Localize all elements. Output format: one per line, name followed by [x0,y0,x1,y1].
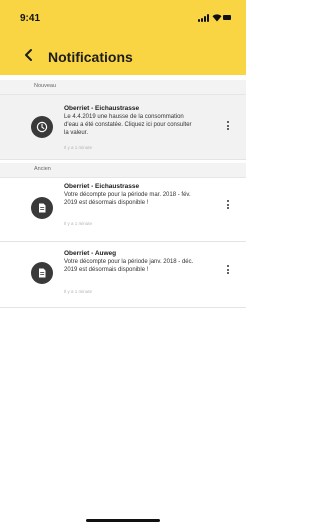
notification-title: Oberriet - Eichaustrasse [64,183,140,190]
notification-time: Il y a 1 minute [64,145,93,150]
more-options-icon[interactable] [225,121,231,135]
notification-body: Le 4.4.2019 une hausse de la consommatio… [64,114,192,136]
notification-time: Il y a 1 minute [64,221,93,226]
notification-item[interactable]: Oberriet - Eichaustrasse Votre décompte … [0,178,246,242]
section-old: Ancien [0,163,246,178]
notification-body: Votre décompte pour la période janv. 201… [64,259,194,273]
notification-item[interactable]: Oberriet - Auweg Votre décompte pour la … [0,242,246,308]
notification-body: Votre décompte pour la période mar. 2018… [64,192,191,206]
signal-icon [198,14,210,22]
battery-icon [223,15,231,20]
status-time: 9:41 [20,13,41,24]
section-new: Nouveau [0,80,246,95]
wifi-icon [212,14,222,22]
status-icons [198,14,232,22]
page-title: Notifications [48,49,133,65]
section-new-label: Nouveau [34,83,57,89]
home-indicator[interactable] [86,519,160,522]
clock-icon [36,121,48,133]
document-icon [39,268,46,278]
notification-item[interactable]: Oberriet - Eichaustrasse Le 4.4.2019 une… [0,95,246,160]
notification-icon [31,197,53,219]
more-options-icon[interactable] [225,200,231,214]
document-icon [39,203,46,213]
back-arrow-icon[interactable] [22,48,36,62]
notification-icon [31,116,53,138]
notification-time: Il y a 1 minute [64,289,93,294]
notification-title: Oberriet - Auweg [64,250,117,257]
more-options-icon[interactable] [225,265,231,279]
app-header: 9:41 Notifications [0,0,246,75]
status-bar: 9:41 [0,0,246,30]
notification-title: Oberriet - Eichaustrasse [64,105,140,112]
notification-icon [31,262,53,284]
section-old-label: Ancien [34,166,51,172]
